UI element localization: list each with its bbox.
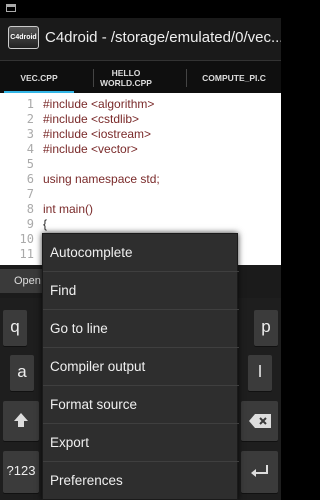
key-p[interactable]: p xyxy=(254,310,278,346)
menu-item-export[interactable]: Export xyxy=(43,424,239,462)
key-l[interactable]: l xyxy=(248,355,272,391)
enter-icon xyxy=(250,465,268,477)
code-line: #include <iostream> xyxy=(43,127,152,141)
window-title: C4droid - /storage/emulated/0/vec... xyxy=(45,29,281,46)
shift-icon xyxy=(14,413,28,427)
line-number: 1 xyxy=(26,97,34,111)
app-logo-text: C4droid xyxy=(10,34,37,41)
line-number-gutter: 1 2 3 4 5 6 7 8 9 10 11 xyxy=(0,93,38,265)
code-line: #include <vector> xyxy=(43,142,138,156)
status-bar xyxy=(0,0,281,18)
file-tabs: VEC.CPP HELLO WORLD.CPP COMPUTE_PI.C xyxy=(0,60,281,94)
key-q[interactable]: q xyxy=(3,310,27,346)
menu-item-find[interactable]: Find xyxy=(43,272,239,310)
menu-item-autocomplete[interactable]: Autocomplete xyxy=(43,234,239,272)
code-line: using namespace std; xyxy=(43,172,160,186)
notification-icon xyxy=(6,4,16,12)
app-logo[interactable]: C4droid xyxy=(8,26,39,49)
overflow-menu: Autocomplete Find Go to line Compiler ou… xyxy=(42,233,239,500)
menu-item-format-source[interactable]: Format source xyxy=(43,386,239,424)
tab-vec-cpp[interactable]: VEC.CPP xyxy=(0,61,78,94)
line-number: 5 xyxy=(26,157,34,171)
action-bar: C4droid C4droid - /storage/emulated/0/ve… xyxy=(0,18,281,60)
code-line: { xyxy=(43,217,48,231)
code-line: #include <cstdlib> xyxy=(43,112,140,126)
line-number: 8 xyxy=(26,202,34,216)
code-line: int main() xyxy=(43,202,94,216)
code-line: #include <algorithm> xyxy=(43,97,155,111)
line-number: 11 xyxy=(19,247,34,261)
tab-hello-world-cpp[interactable]: HELLO WORLD.CPP xyxy=(94,61,158,94)
symbols-key[interactable]: ?123 xyxy=(3,451,39,493)
shift-key[interactable] xyxy=(3,401,39,441)
menu-item-compiler-output[interactable]: Compiler output xyxy=(43,348,239,386)
key-a[interactable]: a xyxy=(10,355,34,391)
open-button[interactable]: Open xyxy=(0,269,42,293)
line-number: 10 xyxy=(19,232,34,246)
line-number: 2 xyxy=(26,112,34,126)
backspace-key[interactable] xyxy=(241,401,278,441)
menu-item-preferences[interactable]: Preferences xyxy=(43,462,239,500)
backspace-icon xyxy=(248,414,271,428)
line-number: 9 xyxy=(26,217,34,231)
line-number: 7 xyxy=(26,187,34,201)
enter-key[interactable] xyxy=(241,451,278,493)
line-number: 3 xyxy=(26,127,34,141)
line-number: 6 xyxy=(26,172,34,186)
tab-compute-pi-c[interactable]: COMPUTE_PI.C xyxy=(187,61,281,94)
menu-item-go-to-line[interactable]: Go to line xyxy=(43,310,239,348)
line-number: 4 xyxy=(26,142,34,156)
